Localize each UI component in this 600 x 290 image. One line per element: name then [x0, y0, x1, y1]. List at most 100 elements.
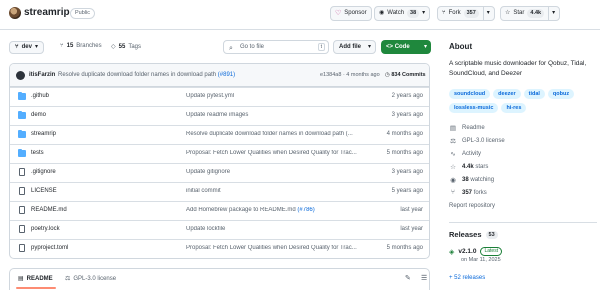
file-commit-pr-link[interactable]: (#786)	[297, 207, 314, 213]
file-commit-message[interactable]: Update lockfile	[186, 226, 376, 232]
file-commit-message-text[interactable]: Update lockfile	[186, 226, 225, 232]
file-row[interactable]: .gitignore Update gitignore 3 years ago	[10, 163, 429, 182]
file-row[interactable]: README.md Add Homebrew package to README.…	[10, 201, 429, 220]
forks-label: forks	[473, 189, 487, 196]
file-name[interactable]: pyproject.toml	[31, 245, 68, 251]
file-name[interactable]: README.md	[31, 207, 67, 213]
owner-avatar[interactable]	[9, 7, 21, 19]
file-commit-message-text[interactable]: Update pytest.yml	[186, 93, 234, 99]
file-commit-message[interactable]: Resolve duplicate download folder names …	[186, 131, 376, 137]
file-commit-message-text[interactable]: Proposal: Fetch Lower Qualities when Des…	[186, 245, 357, 251]
file-row[interactable]: pyproject.toml Proposal: Fetch Lower Qual…	[10, 239, 429, 258]
watch-button[interactable]: ◉ Watch 38 ▾	[374, 6, 431, 21]
activity-link[interactable]: ∿ Activity	[449, 150, 481, 158]
commit-message-text[interactable]: Resolve duplicate download folder names …	[58, 72, 216, 78]
branches-link[interactable]: ⑂ 15 Branches	[60, 43, 102, 49]
branches-count: 15	[66, 43, 74, 49]
star-icon: ☆	[505, 10, 511, 16]
file-commit-message[interactable]: Update readme images	[186, 112, 376, 118]
commit-pr-link[interactable]: (#891)	[218, 72, 235, 78]
file-commit-message-text[interactable]: Update readme images	[186, 112, 248, 118]
latest-release[interactable]: ◈ v2.1.0 Latest	[449, 247, 503, 256]
commit-author[interactable]: itisFarzin	[29, 72, 55, 78]
report-repository-link[interactable]: Report repository	[449, 203, 495, 209]
file-commit-message-text[interactable]: Resolve duplicate download folder names …	[186, 131, 353, 137]
chevron-down-icon[interactable]: ▾	[548, 7, 555, 20]
watching-link[interactable]: ◉ 38 watching	[449, 176, 494, 184]
file-commit-message[interactable]: initial commit	[186, 188, 376, 194]
readme-link[interactable]: ▤ Readme	[449, 124, 485, 132]
stars-link[interactable]: ☆ 4.4k stars	[449, 163, 488, 171]
repo-name[interactable]: streamrip	[24, 7, 70, 18]
code-button[interactable]: <> Code ▾	[381, 40, 431, 54]
tab-readme[interactable]: ▤ README	[18, 275, 53, 283]
commits-count: 834 Commits	[391, 72, 426, 78]
topic-tag[interactable]: soundcloud	[449, 89, 491, 99]
tags-link[interactable]: ◇ 55 Tags	[111, 43, 141, 51]
commit-author-avatar[interactable]	[16, 71, 25, 80]
go-to-file-input[interactable]: ⌕ Go to file t	[223, 40, 329, 54]
add-file-button[interactable]: Add file ▾	[333, 40, 376, 54]
file-commit-message-text[interactable]: Proposal: Fetch Lower Qualities when Des…	[186, 150, 357, 156]
file-name[interactable]: .gitignore	[31, 169, 56, 175]
chevron-down-icon: ▾	[367, 44, 371, 50]
forks-link[interactable]: ⑂ 357 forks	[449, 189, 487, 196]
list-icon[interactable]: ☰	[421, 274, 427, 282]
forks-value: 357	[462, 189, 473, 196]
file-icon	[19, 225, 25, 233]
file-commit-message[interactable]: Proposal: Fetch Lower Qualities when Des…	[186, 245, 376, 251]
tab-license[interactable]: ⚖ GPL-3.0 license	[65, 275, 116, 283]
latest-commit-bar: itisFarzin Resolve duplicate download fo…	[10, 64, 429, 87]
file-commit-message-text[interactable]: initial commit	[186, 188, 221, 194]
commits-link[interactable]: ◷ 834 Commits	[385, 72, 426, 78]
license-link[interactable]: ⚖ GPL-3.0 license	[449, 137, 505, 145]
sponsor-button[interactable]: ♡ Sponsor	[330, 6, 372, 21]
commit-message[interactable]: Resolve duplicate download folder names …	[58, 72, 235, 78]
file-commit-message-text[interactable]: Add Homebrew package to README.md	[186, 207, 297, 213]
latest-badge: Latest	[480, 247, 503, 256]
fork-button[interactable]: ⑂ Fork 357 ▾	[437, 6, 495, 21]
fork-icon: ⑂	[451, 189, 455, 196]
commit-hash-time[interactable]: e1384a8 · 4 months ago	[320, 72, 380, 78]
file-row[interactable]: poetry.lock Update lockfile last year	[10, 220, 429, 239]
license-link-label: GPL-3.0 license	[462, 138, 505, 144]
file-row[interactable]: .github Update pytest.yml 2 years ago	[10, 87, 429, 106]
file-name[interactable]: poetry.lock	[31, 226, 60, 232]
releases-heading[interactable]: Releases 53	[449, 230, 498, 239]
pencil-icon[interactable]: ✎	[405, 274, 411, 282]
branch-select-button[interactable]: ⑂ dev ▾	[9, 41, 44, 54]
folder-icon	[18, 149, 26, 157]
chevron-down-icon[interactable]: ▾	[422, 7, 425, 20]
chevron-down-icon[interactable]: ▾	[482, 7, 490, 20]
more-releases-link[interactable]: + 52 releases	[449, 275, 485, 281]
file-name[interactable]: LICENSE	[31, 188, 57, 194]
file-commit-age: 5 months ago	[386, 245, 423, 251]
topic-tag[interactable]: lossless-music	[449, 103, 499, 113]
file-commit-message-text[interactable]: Update gitignore	[186, 169, 230, 175]
star-icon: ☆	[450, 164, 456, 171]
activity-link-label: Activity	[462, 151, 482, 157]
file-name[interactable]: .github	[31, 93, 49, 99]
file-row[interactable]: tests Proposal: Fetch Lower Qualities whe…	[10, 144, 429, 163]
file-commit-message[interactable]: Proposal: Fetch Lower Qualities when Des…	[186, 150, 376, 156]
file-row[interactable]: LICENSE initial commit 5 years ago	[10, 182, 429, 201]
topic-tag[interactable]: deezer	[493, 89, 521, 99]
topic-tag[interactable]: qobuz	[547, 89, 575, 99]
header-divider	[0, 29, 600, 30]
book-icon: ▤	[449, 125, 457, 132]
topic-tag[interactable]: hi-res	[501, 103, 527, 113]
topic-tag[interactable]: tidal	[523, 89, 545, 99]
star-button[interactable]: ☆ Star 4.4k ▾	[500, 6, 561, 21]
go-to-file-placeholder: Go to file	[240, 44, 265, 50]
file-name[interactable]: tests	[31, 150, 44, 156]
branches-label: Branches	[76, 43, 102, 49]
file-row[interactable]: demo Update readme images 3 years ago	[10, 106, 429, 125]
file-commit-message[interactable]: Update pytest.yml	[186, 93, 376, 99]
file-commit-message[interactable]: Update gitignore	[186, 169, 376, 175]
file-commit-message[interactable]: Add Homebrew package to README.md (#786)	[186, 207, 376, 213]
file-row[interactable]: streamrip Resolve duplicate download fold…	[10, 125, 429, 144]
scale-icon: ⚖	[450, 138, 456, 145]
watch-label: Watch	[387, 10, 405, 16]
file-name[interactable]: streamrip	[31, 131, 56, 137]
file-name[interactable]: demo	[31, 112, 46, 118]
